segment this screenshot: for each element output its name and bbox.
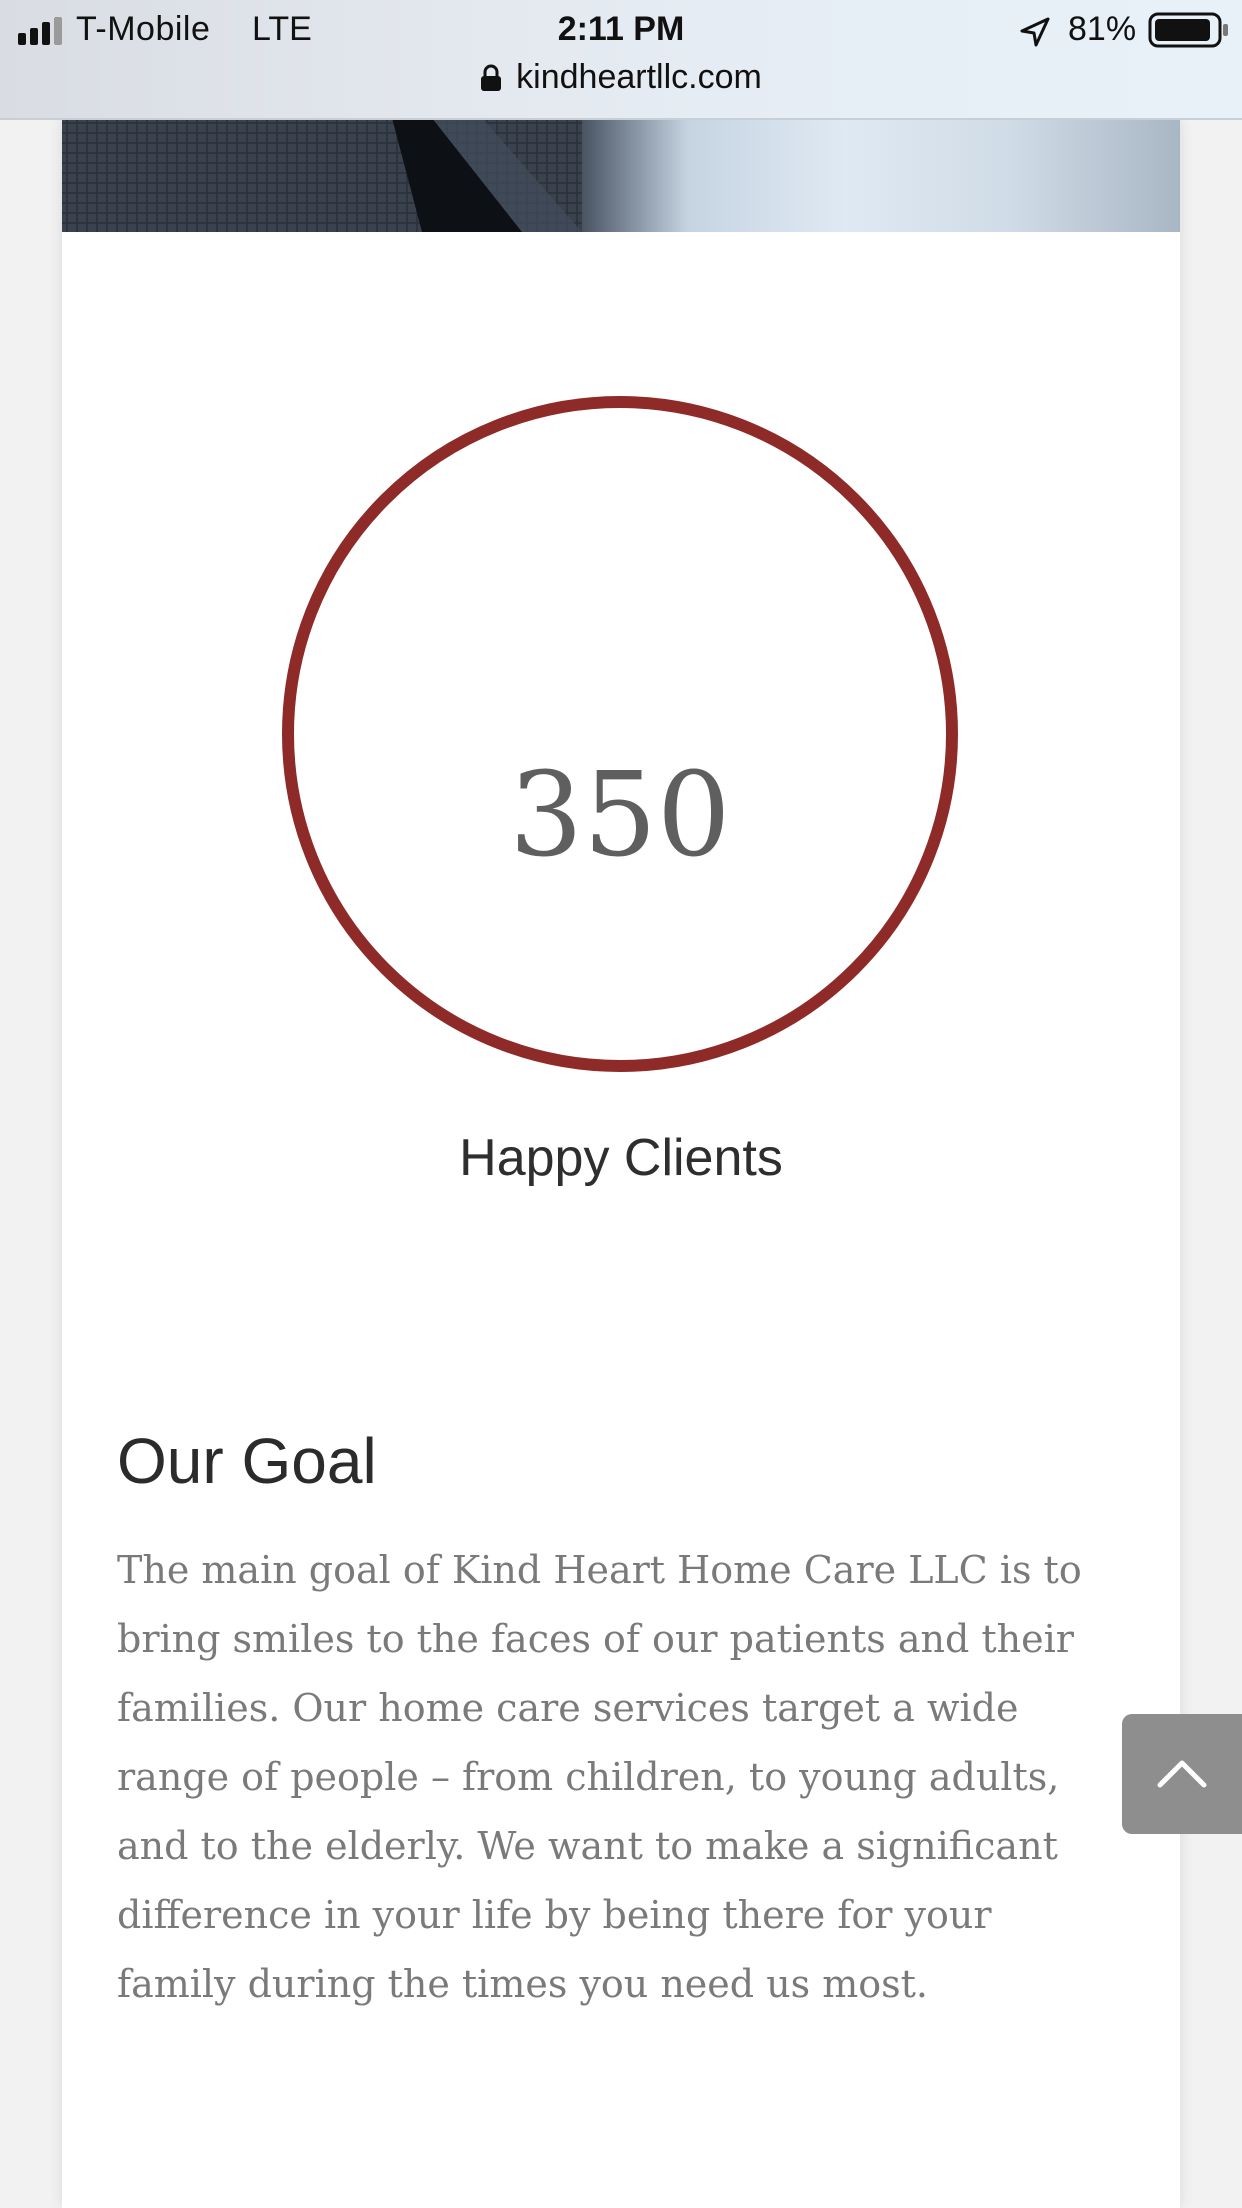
status-bar: T-Mobile LTE 2:11 PM 81% [0, 0, 1242, 62]
hero-image [62, 118, 1180, 232]
our-goal-paragraph: The main goal of Kind Heart Home Care LL… [117, 1548, 1082, 2006]
hero-jacket-graphic [62, 118, 582, 232]
happy-clients-label: Happy Clients [459, 1129, 783, 1187]
browser-top-bar: T-Mobile LTE 2:11 PM 81% kindheartllc.co… [0, 0, 1242, 120]
our-goal-heading: Our Goal [117, 1425, 377, 1497]
url-text[interactable]: kindheartllc.com [516, 58, 762, 97]
scroll-to-top-button[interactable] [1122, 1714, 1242, 1834]
counter-ring [282, 396, 958, 1072]
battery-icon [1148, 12, 1228, 48]
chevron-up-icon [1157, 1760, 1207, 1788]
location-arrow-icon [1020, 17, 1050, 47]
page-content-card: 350 Happy Clients Our Goal The main goal… [62, 118, 1180, 2208]
address-bar[interactable]: kindheartllc.com [0, 58, 1242, 104]
happy-clients-count: 350 [509, 748, 731, 883]
lock-icon [481, 64, 502, 91]
status-time: 2:11 PM [557, 10, 685, 48]
battery-percentage: 81% [1068, 10, 1137, 48]
